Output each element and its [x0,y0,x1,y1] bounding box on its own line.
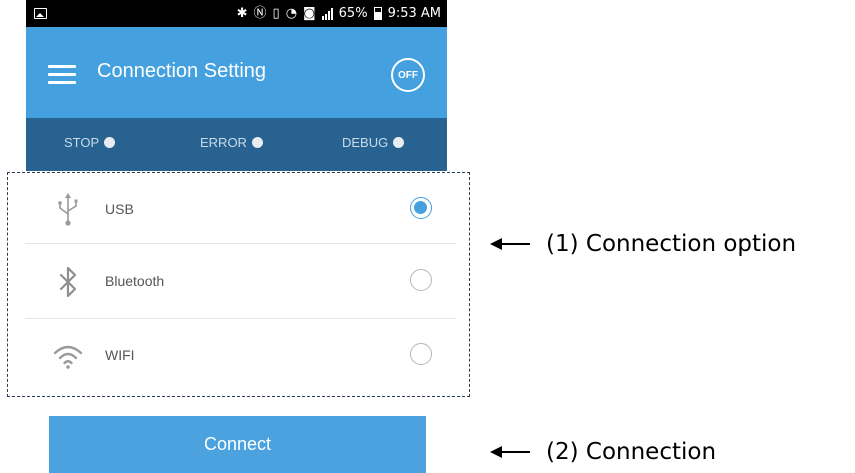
option-bluetooth[interactable]: Bluetooth [25,245,456,319]
app-bar: Connection Setting OFF [26,27,447,118]
indicator-debug: DEBUG [342,135,405,150]
option-label: WIFI [105,347,135,363]
wifi-status-icon: ◔ [285,6,298,21]
option-label: USB [105,201,134,217]
bluetooth-icon [59,266,77,298]
left-arrow-icon [490,445,530,459]
option-usb[interactable]: USB [25,173,456,247]
data-off-icon: ◙ [303,6,316,21]
connection-option-highlight: USB Bluetooth WIFI [7,172,470,397]
option-label: Bluetooth [105,273,165,289]
indicator-label: STOP [64,135,100,150]
indicator-stop: STOP [64,135,116,150]
nfc-icon: Ⓝ [253,6,267,21]
callout-connection: (2) Connection [490,439,716,465]
radio-bluetooth[interactable] [410,269,432,291]
radio-wifi[interactable] [410,343,432,365]
status-icons: ✱ Ⓝ ▯ ◔ ◙ 65% 9:53 AM [237,6,441,21]
bluetooth-status-icon: ✱ [236,6,248,21]
divider [25,243,456,244]
image-notification-icon [34,8,47,19]
clock: 9:53 AM [387,6,441,21]
left-arrow-icon [490,237,530,251]
status-indicator-strip: STOP ERROR DEBUG [26,118,447,171]
callout-text: (2) Connection [546,439,717,465]
connect-button[interactable]: Connect [49,416,426,473]
option-wifi[interactable]: WIFI [25,319,456,393]
status-dot-icon [393,137,405,148]
indicator-label: DEBUG [342,135,389,150]
android-status-bar: ✱ Ⓝ ▯ ◔ ◙ 65% 9:53 AM [26,0,447,27]
power-toggle-button[interactable]: OFF [391,58,425,92]
indicator-label: ERROR [200,135,247,150]
signal-icon [321,7,333,20]
callout-text: (1) Connection option [546,231,797,257]
vibrate-icon: ▯ [272,6,280,21]
page-title: Connection Setting [97,60,267,82]
battery-icon [373,7,382,20]
radio-usb[interactable] [410,197,432,219]
callout-connection-option: (1) Connection option [490,231,796,257]
status-dot-icon [104,137,116,148]
usb-icon [58,193,78,226]
battery-percent: 65% [338,6,368,21]
menu-icon[interactable] [48,65,76,85]
status-dot-icon [251,137,263,148]
wifi-icon [53,345,83,369]
indicator-error: ERROR [200,135,263,150]
